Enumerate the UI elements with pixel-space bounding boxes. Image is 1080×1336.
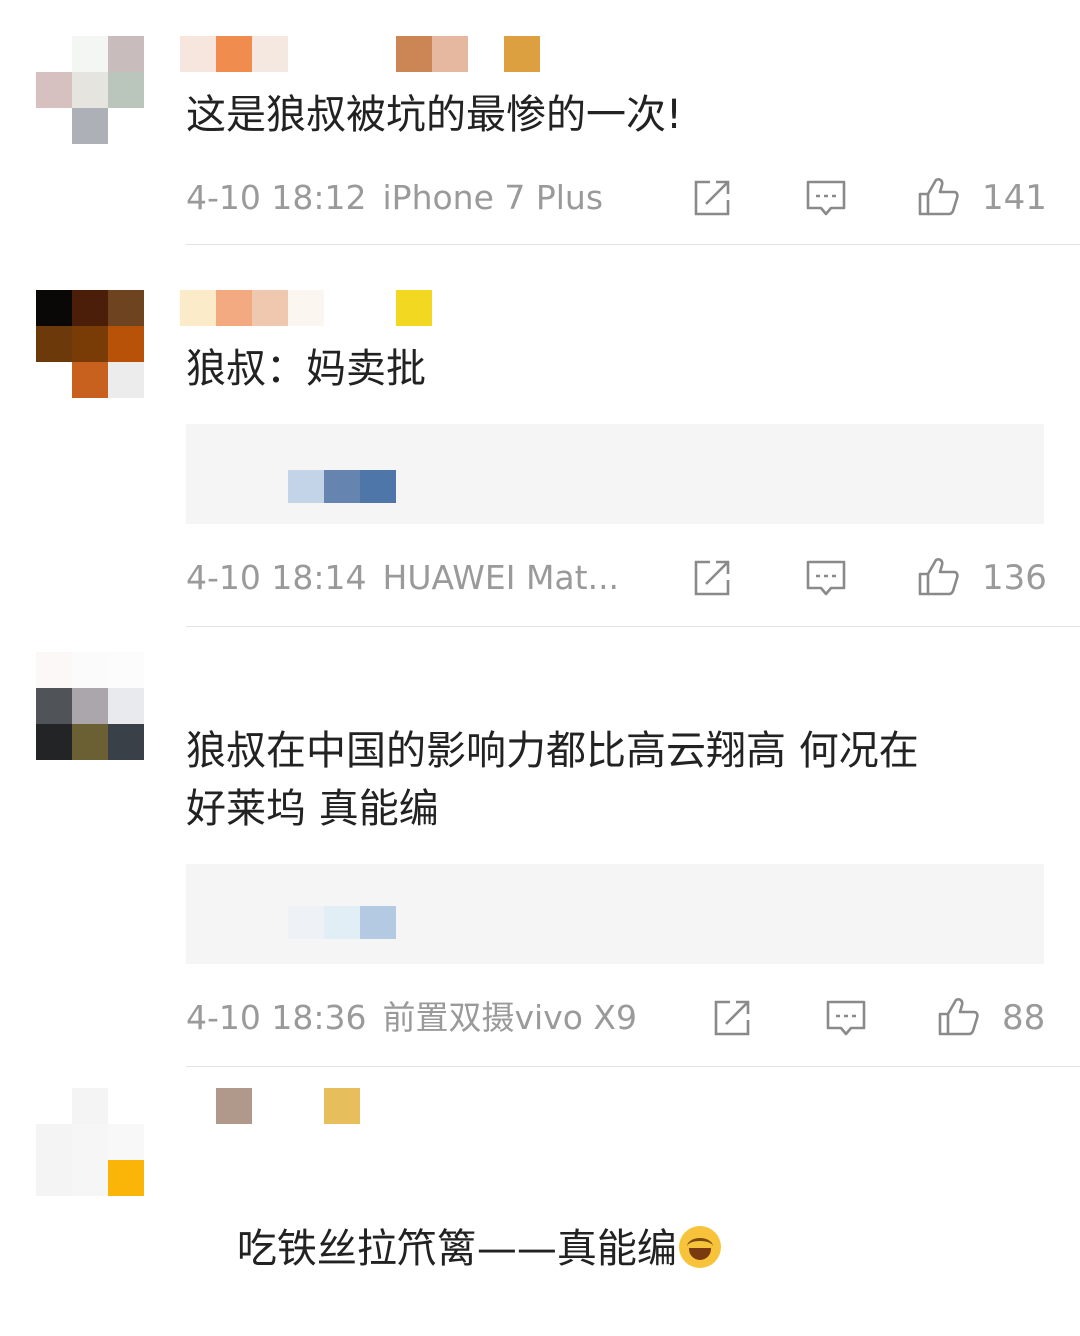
comment-text-content: 吃铁丝拉笊篱——真能编: [236, 1226, 677, 1272]
quoted-reply[interactable]: [186, 424, 1044, 524]
avatar[interactable]: [36, 290, 144, 398]
comment-meta: 4-10 18:14 HUAWEI Mat...: [186, 556, 619, 600]
like-count[interactable]: 141: [982, 176, 1047, 220]
comment-device: iPhone 7 Plus: [382, 178, 604, 217]
comment-icon[interactable]: [804, 176, 848, 220]
share-icon[interactable]: [690, 556, 734, 600]
comment-text: 狼叔在中国的影响力都比高云翔高 何况在 好莱坞 真能编: [186, 728, 919, 832]
divider: [186, 626, 1080, 627]
comment-device: 前置双摄vivo X9: [382, 998, 638, 1037]
comment-icon[interactable]: [824, 996, 868, 1040]
quoted-username: [288, 906, 396, 939]
comment-meta: 4-10 18:12 iPhone 7 Plus: [186, 176, 603, 220]
comment-text: 狼叔：妈卖批: [186, 346, 426, 392]
comment-time: 4-10 18:12: [186, 178, 367, 217]
like-count[interactable]: 88: [1002, 996, 1045, 1040]
quoted-reply[interactable]: [186, 864, 1044, 964]
laughing-crying-face-icon: [678, 1226, 721, 1268]
comment-time: 4-10 18:36: [186, 998, 367, 1037]
thumbs-up-icon[interactable]: [936, 994, 980, 1038]
share-icon[interactable]: [690, 176, 734, 220]
divider: [186, 1066, 1080, 1067]
comment-icon[interactable]: [804, 556, 848, 600]
share-icon[interactable]: [710, 996, 754, 1040]
username[interactable]: [216, 1088, 360, 1124]
like-count[interactable]: 136: [982, 556, 1047, 600]
comment-time: 4-10 18:14: [186, 558, 367, 597]
comment-text: 这是狼叔被坑的最惨的一次!: [186, 92, 683, 138]
avatar[interactable]: [36, 652, 144, 760]
username[interactable]: [180, 290, 432, 326]
avatar[interactable]: [36, 1088, 144, 1196]
divider: [186, 244, 1080, 245]
comment-text: 吃铁丝拉笊篱——真能编: [186, 1162, 721, 1336]
thumbs-up-icon[interactable]: [916, 554, 960, 598]
username[interactable]: [180, 36, 540, 72]
avatar[interactable]: [36, 36, 144, 144]
comment-meta: 4-10 18:36 前置双摄vivo X9: [186, 996, 637, 1040]
comment-device: HUAWEI Mat...: [382, 558, 620, 597]
thumbs-up-icon[interactable]: [916, 174, 960, 218]
quoted-username: [288, 470, 396, 503]
